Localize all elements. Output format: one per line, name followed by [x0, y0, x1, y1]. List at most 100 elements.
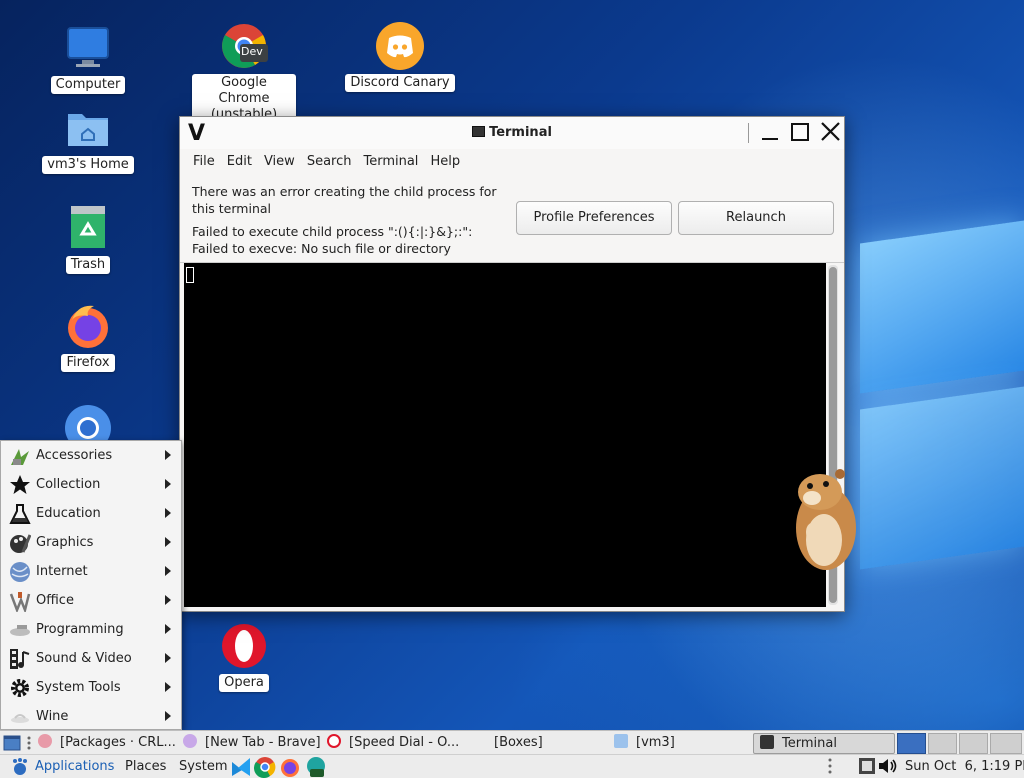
menu-edit[interactable]: Edit: [226, 154, 260, 169]
desktop-icon-discord[interactable]: Discord Canary: [345, 22, 455, 92]
menu-search[interactable]: Search: [306, 154, 360, 169]
desktop-icon-label: Opera: [219, 674, 269, 692]
minimize-button[interactable]: [758, 119, 784, 145]
opera-icon: [220, 622, 268, 670]
text-cursor: [186, 267, 194, 283]
submenu-arrow-icon: [165, 450, 171, 460]
terminal-icon: [760, 735, 774, 749]
desktop-icon-trash[interactable]: Trash: [33, 204, 143, 274]
close-icon: [821, 122, 840, 141]
menu-item-programming[interactable]: Programming: [1, 615, 181, 644]
firefox-icon: [64, 302, 112, 350]
menu-item-graphics[interactable]: Graphics: [1, 528, 181, 557]
task-opera[interactable]: [Speed Dial - O...: [327, 733, 465, 754]
menu-terminal[interactable]: Terminal: [362, 154, 426, 169]
desktop-icon-home[interactable]: vm3's Home: [33, 104, 143, 174]
show-desktop-icon: [3, 735, 21, 751]
gnome-foot-icon: [10, 757, 30, 778]
network-tray-button[interactable]: [858, 757, 876, 778]
globe-icon: [9, 561, 31, 583]
desktop-icon-label: Discord Canary: [345, 74, 455, 92]
star-icon: [9, 474, 31, 496]
chrome-dev-launcher[interactable]: [254, 756, 276, 778]
workspace-3[interactable]: [959, 733, 988, 754]
desktop-icon-chrome-dev[interactable]: Dev Google Chrome (unstable): [189, 22, 299, 124]
chrome-dev-icon: Dev: [220, 22, 268, 70]
desktop-icon-label: Trash: [65, 256, 111, 274]
vscode-icon: [232, 758, 250, 776]
network-icon: [859, 758, 875, 774]
clock[interactable]: Sun Oct 6, 1:19 PM: [905, 758, 1024, 776]
flask-icon: [9, 503, 31, 525]
applications-menu: Accessories Collection Education Graphic…: [0, 440, 182, 730]
desktop-icon-label: Computer: [50, 76, 126, 94]
places-menu-button[interactable]: Places: [125, 758, 166, 776]
task-vm3[interactable]: [vm3]: [614, 733, 752, 754]
window-list-panel: [Packages · CRL... [New Tab - Brave] [Sp…: [0, 730, 1024, 754]
packages-icon: [38, 734, 52, 748]
window-title: Terminal: [180, 125, 844, 140]
menu-item-collection[interactable]: Collection: [1, 470, 181, 499]
menu-item-accessories[interactable]: Accessories: [1, 441, 181, 470]
submenu-arrow-icon: [165, 595, 171, 605]
brave-icon: [183, 734, 197, 748]
terminal-window[interactable]: V Terminal File Edit View Search Termina…: [179, 116, 845, 612]
menu-item-system-tools[interactable]: System Tools: [1, 673, 181, 702]
maximize-icon: [791, 123, 809, 141]
workspace-4[interactable]: [990, 733, 1022, 754]
edge-dev-launcher[interactable]: [305, 756, 327, 778]
titlebar-separator: [748, 123, 749, 143]
task-brave[interactable]: [New Tab - Brave]: [183, 733, 321, 754]
wine-icon: [9, 706, 31, 728]
firefox-launcher[interactable]: [279, 756, 301, 778]
error-detail: Failed to execute child process ":(){:|:…: [192, 224, 473, 256]
relaunch-button[interactable]: Relaunch: [678, 201, 834, 235]
opera-icon: [327, 734, 341, 748]
submenu-arrow-icon: [165, 479, 171, 489]
system-menu-button[interactable]: System: [179, 758, 227, 776]
desktop-icon-label: vm3's Home: [42, 156, 134, 174]
profile-preferences-button[interactable]: Profile Preferences: [516, 201, 672, 235]
minimize-icon: [762, 138, 778, 140]
task-boxes[interactable]: [Boxes]: [472, 733, 610, 754]
hamster-sprite: [774, 468, 860, 574]
gear-icon: [9, 677, 31, 699]
menu-help[interactable]: Help: [429, 154, 468, 169]
menu-file[interactable]: File: [192, 154, 223, 169]
vscode-launcher[interactable]: [230, 756, 252, 778]
titlebar[interactable]: V Terminal: [180, 117, 844, 149]
desktop-icon-firefox[interactable]: Firefox: [33, 302, 143, 372]
submenu-arrow-icon: [165, 711, 171, 721]
film-music-icon: [9, 648, 31, 670]
submenu-arrow-icon: [165, 682, 171, 692]
applications-menu-button[interactable]: Applications: [35, 758, 114, 776]
workspace-2[interactable]: [928, 733, 957, 754]
menubar: File Edit View Search Terminal Help: [180, 149, 844, 173]
menu-item-education[interactable]: Education: [1, 499, 181, 528]
task-terminal[interactable]: Terminal: [753, 733, 895, 754]
desktop-icon-opera[interactable]: Opera: [189, 622, 299, 692]
desktop-icon-label: Firefox: [61, 354, 115, 372]
menu-view[interactable]: View: [263, 154, 303, 169]
menu-item-wine[interactable]: Wine: [1, 702, 181, 731]
menu-item-internet[interactable]: Internet: [1, 557, 181, 586]
home-folder-icon: [64, 104, 112, 152]
menu-item-office[interactable]: Office: [1, 586, 181, 615]
submenu-arrow-icon: [165, 537, 171, 547]
task-packages[interactable]: [Packages · CRL...: [38, 733, 176, 754]
chrome-dev-badge: Dev: [241, 45, 263, 58]
volume-tray-button[interactable]: [877, 756, 899, 778]
panel-handle-icon: [828, 758, 832, 778]
panel-handle-icon: [27, 736, 31, 754]
submenu-arrow-icon: [165, 653, 171, 663]
accessories-icon: [9, 445, 31, 467]
workspace-1[interactable]: [897, 733, 926, 754]
desktop-icon-computer[interactable]: Computer: [33, 24, 143, 94]
submenu-arrow-icon: [165, 508, 171, 518]
close-button[interactable]: [818, 119, 844, 145]
terminal-output[interactable]: [184, 263, 826, 607]
submenu-arrow-icon: [165, 624, 171, 634]
menu-item-sound-video[interactable]: Sound & Video: [1, 644, 181, 673]
maximize-button[interactable]: [788, 119, 814, 145]
chrome-dev-icon: [254, 757, 276, 778]
